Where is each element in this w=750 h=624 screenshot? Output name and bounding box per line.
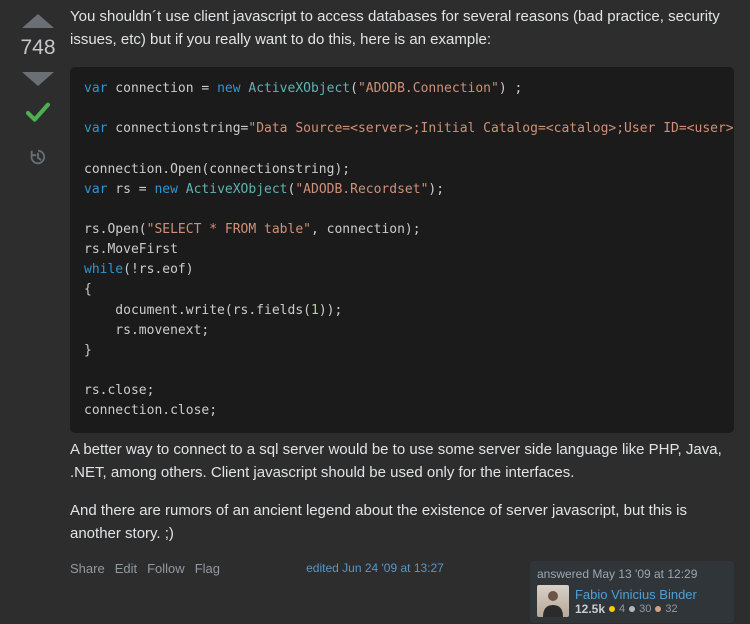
answer-paragraph: You shouldn´t use client javascript to a… bbox=[70, 6, 734, 51]
follow-link[interactable]: Follow bbox=[147, 561, 185, 576]
accepted-check-icon bbox=[23, 98, 53, 132]
answer-content: You shouldn´t use client javascript to a… bbox=[60, 0, 734, 623]
answered-timestamp: answered May 13 '09 at 12:29 bbox=[537, 567, 727, 581]
gold-badge-count: 4 bbox=[619, 603, 625, 615]
silver-badge-count: 30 bbox=[639, 603, 651, 615]
answer-paragraph: A better way to connect to a sql server … bbox=[70, 439, 734, 484]
bronze-badge-count: 32 bbox=[665, 603, 677, 615]
vote-column: 748 bbox=[16, 0, 60, 623]
post-history-icon[interactable] bbox=[29, 148, 47, 170]
edited-timestamp[interactable]: edited Jun 24 '09 at 13:27 bbox=[306, 561, 444, 575]
vote-score: 748 bbox=[20, 34, 55, 66]
author-name[interactable]: Fabio Vinicius Binder bbox=[575, 587, 697, 602]
flag-link[interactable]: Flag bbox=[195, 561, 220, 576]
avatar[interactable] bbox=[537, 585, 569, 617]
answer-post: 748 You shouldn´t use client javascript … bbox=[0, 0, 750, 623]
action-links: Share Edit Follow Flag bbox=[70, 561, 220, 576]
bronze-badge-icon bbox=[655, 606, 661, 612]
silver-badge-icon bbox=[629, 606, 635, 612]
code-block[interactable]: var connection = new ActiveXObject("ADOD… bbox=[70, 67, 734, 433]
upvote-button[interactable] bbox=[20, 10, 56, 30]
gold-badge-icon bbox=[609, 606, 615, 612]
downvote-button[interactable] bbox=[20, 70, 56, 90]
post-actions-row: Share Edit Follow Flag edited Jun 24 '09… bbox=[70, 561, 734, 623]
answer-paragraph: And there are rumors of an ancient legen… bbox=[70, 500, 734, 545]
edit-link[interactable]: Edit bbox=[115, 561, 137, 576]
share-link[interactable]: Share bbox=[70, 561, 105, 576]
reputation-score: 12.5k bbox=[575, 602, 605, 616]
author-usercard: answered May 13 '09 at 12:29 Fabio Vinic… bbox=[530, 561, 734, 623]
reputation-line: 12.5k 4 30 32 bbox=[575, 602, 697, 616]
